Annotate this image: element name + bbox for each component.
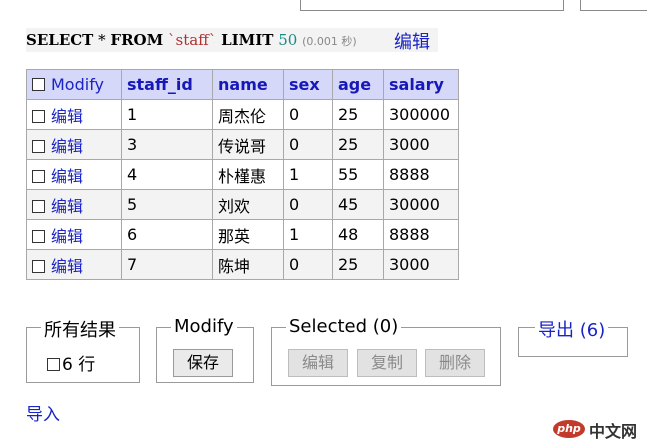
- cell-age: 25: [332, 249, 384, 280]
- import-link[interactable]: 导入: [26, 400, 60, 425]
- watermark-site-text: 中文网: [589, 422, 638, 441]
- query-time: (0.001 秒): [302, 35, 357, 48]
- header-select-all[interactable]: Modify: [26, 69, 122, 100]
- row-select-cell: 编辑: [26, 249, 122, 280]
- row-edit-link[interactable]: 编辑: [51, 107, 83, 126]
- cell-staff-id: 1: [121, 99, 213, 130]
- header-modify-label[interactable]: Modify: [51, 75, 104, 94]
- row-select-cell: 编辑: [26, 189, 122, 220]
- cell-salary: 300000: [383, 99, 459, 130]
- sql-query-bar: SELECT * FROM `staff` LIMIT 50 (0.001 秒): [26, 28, 438, 52]
- cell-age: 45: [332, 189, 384, 220]
- row-checkbox[interactable]: [32, 229, 45, 243]
- table-row: 编辑 1 周杰伦 0 25 300000: [26, 99, 459, 130]
- cell-sex: 0: [283, 99, 333, 130]
- row-count-text: 6 行: [62, 355, 96, 375]
- row-edit-link[interactable]: 编辑: [51, 137, 83, 156]
- cell-sex: 0: [283, 129, 333, 160]
- selected-panel: Selected (0) 编辑 复制 删除: [271, 316, 501, 386]
- modify-legend: Modify: [171, 316, 237, 337]
- cell-salary: 8888: [383, 159, 459, 190]
- row-select-cell: 编辑: [26, 219, 122, 250]
- row-edit-link[interactable]: 编辑: [51, 167, 83, 186]
- cell-name: 那英: [212, 219, 284, 250]
- selected-edit-button[interactable]: 编辑: [288, 349, 348, 377]
- cell-age: 25: [332, 99, 384, 130]
- cell-age: 48: [332, 219, 384, 250]
- edit-query-link[interactable]: 编辑: [394, 28, 430, 54]
- cell-name: 传说哥: [212, 129, 284, 160]
- save-button[interactable]: 保存: [173, 349, 233, 377]
- row-select-cell: 编辑: [26, 99, 122, 130]
- all-results-panel: 所有结果 6 行: [26, 316, 140, 383]
- table-row: 编辑 4 朴槿惠 1 55 8888: [26, 159, 459, 190]
- sql-query-text: SELECT * FROM `staff` LIMIT 50 (0.001 秒): [26, 31, 357, 49]
- selected-legend: Selected (0): [286, 316, 402, 337]
- cell-name: 周杰伦: [212, 99, 284, 130]
- cell-sex: 0: [283, 189, 333, 220]
- row-select-cell: 编辑: [26, 129, 122, 160]
- cell-name: 陈坤: [212, 249, 284, 280]
- row-edit-link[interactable]: 编辑: [51, 227, 83, 246]
- row-select-cell: 编辑: [26, 159, 122, 190]
- column-header-age[interactable]: age: [332, 69, 384, 100]
- top-input-box-right[interactable]: [580, 0, 647, 11]
- select-all-checkbox[interactable]: [32, 78, 45, 91]
- table-row: 编辑 7 陈坤 0 25 3000: [26, 249, 459, 280]
- cell-sex: 1: [283, 159, 333, 190]
- cell-sex: 1: [283, 219, 333, 250]
- table-header-row: Modify staff_id name sex age salary: [26, 69, 459, 100]
- row-checkbox[interactable]: [32, 169, 45, 183]
- cell-name: 朴槿惠: [212, 159, 284, 190]
- table-row: 编辑 5 刘欢 0 45 30000: [26, 189, 459, 220]
- watermark: php 中文网: [553, 418, 641, 441]
- table-row: 编辑 6 那英 1 48 8888: [26, 219, 459, 250]
- cell-salary: 8888: [383, 219, 459, 250]
- select-all-results-checkbox[interactable]: [47, 358, 60, 371]
- all-results-legend: 所有结果: [41, 316, 119, 342]
- export-link[interactable]: 导出 (6): [535, 316, 609, 342]
- row-checkbox[interactable]: [32, 259, 45, 273]
- row-edit-link[interactable]: 编辑: [51, 197, 83, 216]
- cell-age: 55: [332, 159, 384, 190]
- column-header-salary[interactable]: salary: [383, 69, 459, 100]
- column-header-sex[interactable]: sex: [283, 69, 333, 100]
- cell-staff-id: 7: [121, 249, 213, 280]
- top-input-box[interactable]: [300, 0, 564, 11]
- row-edit-link[interactable]: 编辑: [51, 257, 83, 276]
- row-checkbox[interactable]: [32, 199, 45, 213]
- column-header-staff-id[interactable]: staff_id: [121, 69, 213, 100]
- results-table: Modify staff_id name sex age salary 编辑 1…: [26, 69, 459, 280]
- modify-panel: Modify 保存: [156, 316, 254, 383]
- cell-salary: 30000: [383, 189, 459, 220]
- php-logo-icon: php: [553, 420, 585, 438]
- cell-staff-id: 5: [121, 189, 213, 220]
- all-results-row: 6 行: [47, 350, 95, 375]
- cell-staff-id: 6: [121, 219, 213, 250]
- export-panel: 导出 (6): [518, 316, 628, 357]
- cell-staff-id: 4: [121, 159, 213, 190]
- selected-delete-button[interactable]: 删除: [425, 349, 485, 377]
- cell-sex: 0: [283, 249, 333, 280]
- cell-age: 25: [332, 129, 384, 160]
- cell-name: 刘欢: [212, 189, 284, 220]
- cell-salary: 3000: [383, 129, 459, 160]
- row-checkbox[interactable]: [32, 139, 45, 153]
- cell-staff-id: 3: [121, 129, 213, 160]
- table-row: 编辑 3 传说哥 0 25 3000: [26, 129, 459, 160]
- selected-copy-button[interactable]: 复制: [357, 349, 417, 377]
- cell-salary: 3000: [383, 249, 459, 280]
- row-checkbox[interactable]: [32, 109, 45, 123]
- column-header-name[interactable]: name: [212, 69, 284, 100]
